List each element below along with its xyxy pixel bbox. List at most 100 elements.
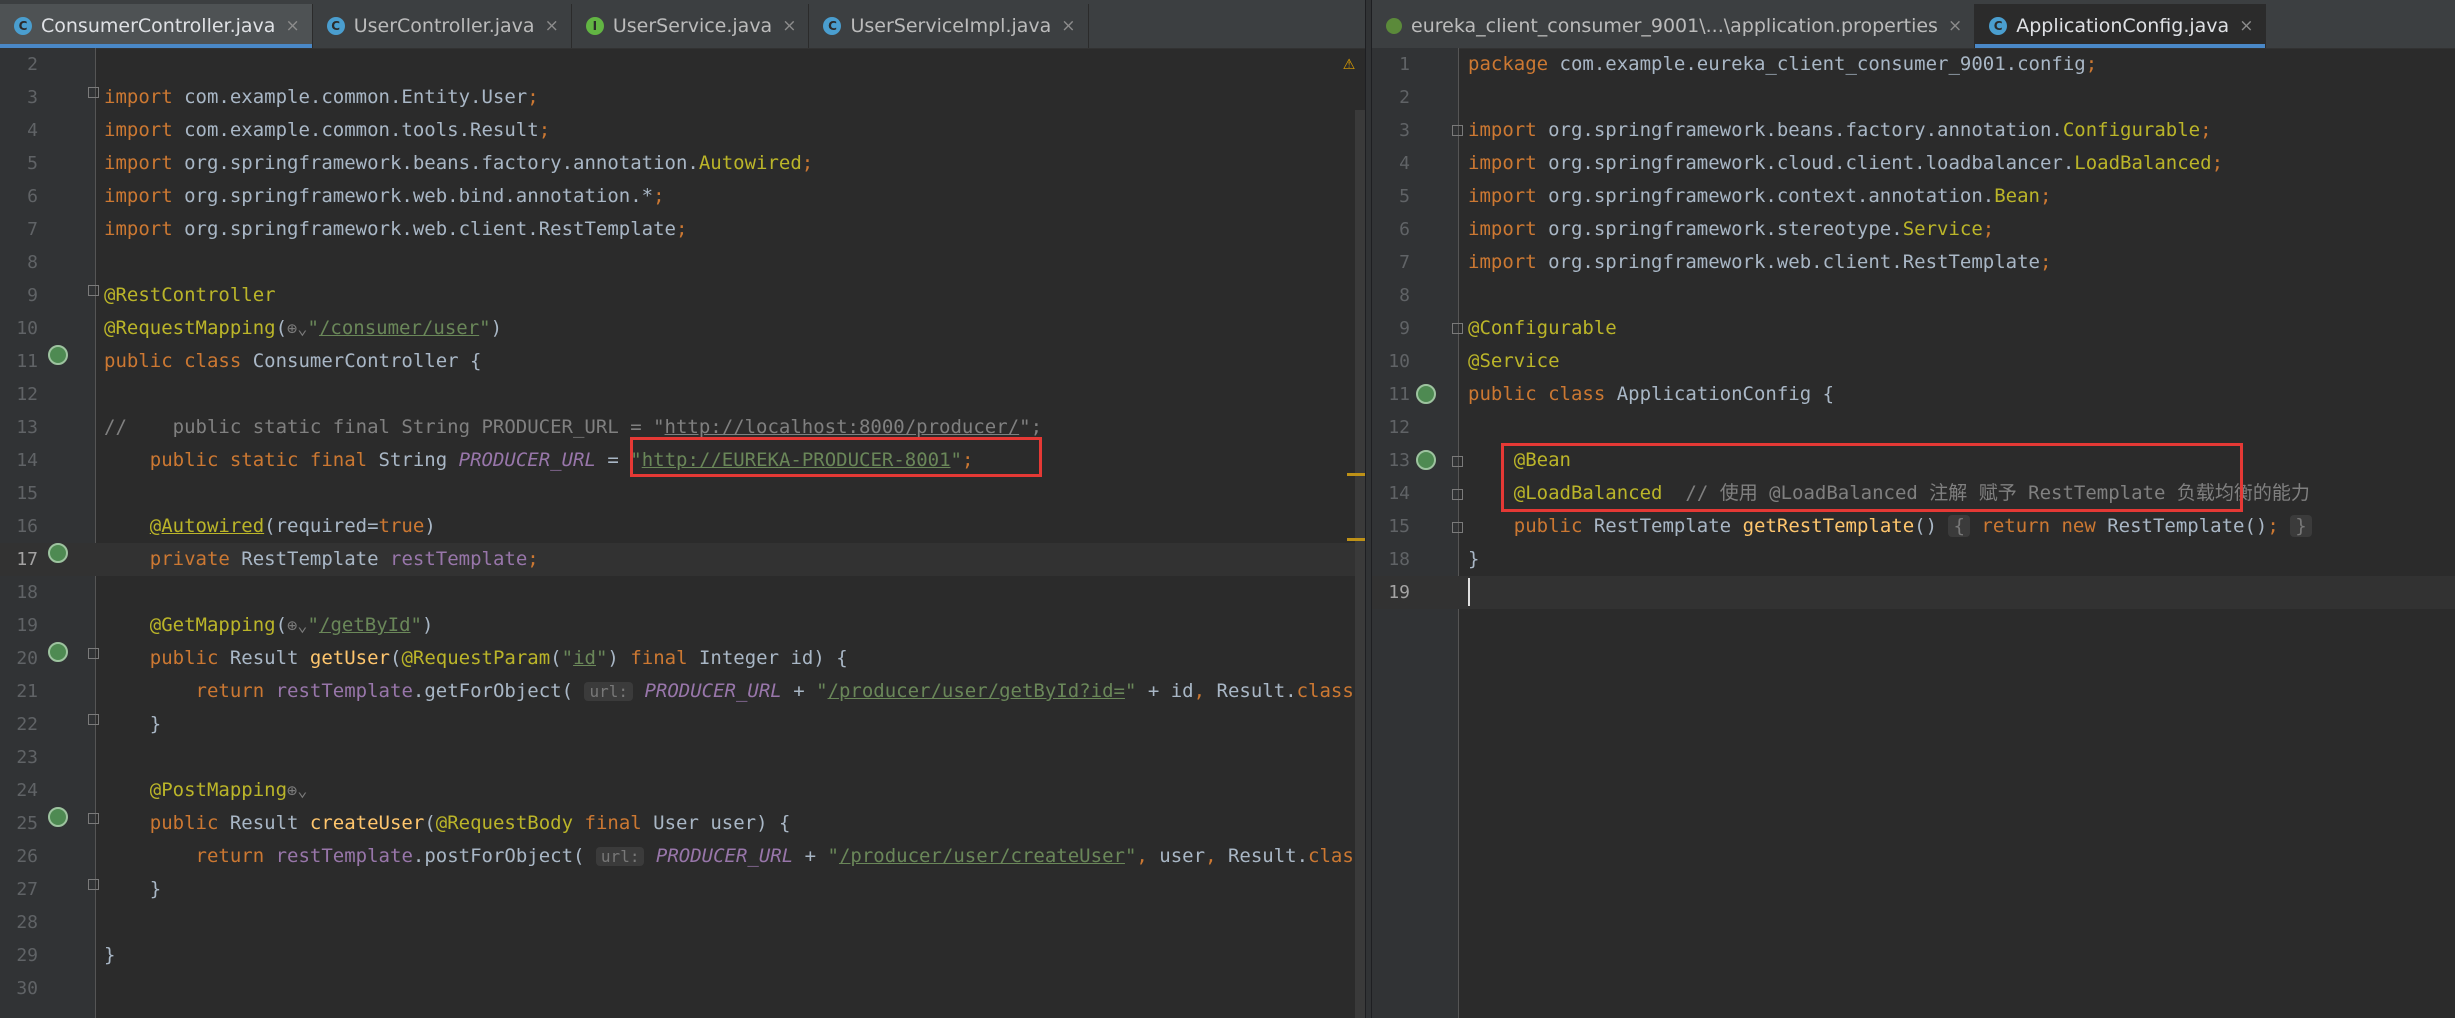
- code-line[interactable]: 23: [0, 741, 1365, 774]
- fold-icon[interactable]: [1452, 456, 1463, 467]
- editor-splitter[interactable]: [1365, 0, 1372, 1018]
- code-text: @PostMapping⊕⌄: [149, 779, 308, 801]
- spring-bean-gutter-icon[interactable]: [48, 543, 68, 563]
- code-line[interactable]: 8: [0, 246, 1365, 279]
- fold-icon[interactable]: [88, 714, 99, 725]
- close-tab-icon[interactable]: ×: [2239, 16, 2253, 36]
- error-stripe-mark[interactable]: [1347, 538, 1365, 541]
- code-text: public Result createUser(@RequestBody fi…: [149, 812, 791, 834]
- fold-icon[interactable]: [1452, 125, 1463, 136]
- close-tab-icon[interactable]: ×: [1061, 16, 1075, 36]
- code-line[interactable]: 22 }: [0, 708, 1365, 741]
- code-line[interactable]: 9 @Configurable: [1372, 312, 2455, 345]
- code-text: public Result getUser(@RequestParam("id"…: [149, 647, 848, 669]
- code-line[interactable]: 2: [1372, 81, 2455, 114]
- code-line[interactable]: 11 public class ApplicationConfig {: [1372, 378, 2455, 411]
- tab-consumercontroller-java[interactable]: C ConsumerController.java ×: [0, 4, 313, 48]
- code-line[interactable]: 21 return restTemplate.getForObject( url…: [0, 675, 1365, 708]
- error-stripe-mark[interactable]: [1347, 473, 1365, 476]
- code-line[interactable]: 1 package com.example.eureka_client_consu…: [1372, 48, 2455, 81]
- interface-icon: I: [585, 17, 604, 35]
- code-text: }: [1468, 548, 1480, 570]
- fold-icon[interactable]: [1452, 522, 1463, 533]
- code-line[interactable]: 18}: [1372, 543, 2455, 576]
- code-line[interactable]: 20 public Result getUser(@RequestParam("…: [0, 642, 1365, 675]
- fold-icon[interactable]: [1452, 489, 1463, 500]
- tab-usercontroller-java[interactable]: C UserController.java ×: [313, 4, 572, 48]
- line-number: 2: [27, 54, 38, 75]
- line-number: 7: [1399, 252, 1410, 273]
- code-text: import org.springframework.web.bind.anno…: [104, 185, 665, 207]
- close-tab-icon[interactable]: ×: [285, 16, 299, 36]
- code-line[interactable]: 7 import org.springframework.web.client.R…: [1372, 246, 2455, 279]
- tab-applicationconfig-java[interactable]: C ApplicationConfig.java ×: [1975, 4, 2267, 48]
- code-line[interactable]: 4 import org.springframework.cloud.client…: [1372, 147, 2455, 180]
- line-number: 8: [1399, 285, 1410, 306]
- code-text: import com.example.common.tools.Result;: [104, 119, 551, 141]
- code-text: return restTemplate.getForObject( url: P…: [195, 680, 1354, 702]
- code-line[interactable]: 7 import org.springframework.web.client.R…: [0, 213, 1365, 246]
- code-line[interactable]: 3 import org.springframework.beans.factor…: [1372, 114, 2455, 147]
- code-line[interactable]: 10 @RequestMapping(⊕⌄"/consumer/user"): [0, 312, 1365, 345]
- close-tab-icon[interactable]: ×: [545, 16, 559, 36]
- code-text: public class ApplicationConfig {: [1468, 383, 1835, 405]
- tab-userserviceimpl-java[interactable]: C UserServiceImpl.java ×: [809, 4, 1089, 48]
- code-line[interactable]: 11 public class ConsumerController {: [0, 345, 1365, 378]
- code-line[interactable]: 26 return restTemplate.postForObject( ur…: [0, 840, 1365, 873]
- code-line[interactable]: 10 @Service: [1372, 345, 2455, 378]
- line-number: 1: [1399, 54, 1410, 75]
- fold-icon[interactable]: [88, 285, 99, 296]
- code-text: import org.springframework.context.annot…: [1468, 185, 2052, 207]
- line-number: 28: [16, 912, 38, 933]
- code-line[interactable]: 28: [0, 906, 1365, 939]
- spring-bean-gutter-icon[interactable]: [48, 807, 68, 827]
- tab-eureka-client-consumer-9001-application-properties[interactable]: eureka_client_consumer_9001\...\applicat…: [1372, 4, 1976, 48]
- code-line[interactable]: 12: [0, 378, 1365, 411]
- code-line[interactable]: 5 import org.springframework.beans.factor…: [0, 147, 1365, 180]
- vertical-scrollbar[interactable]: [1355, 110, 1365, 1018]
- code-line[interactable]: 6 import org.springframework.stereotype.S…: [1372, 213, 2455, 246]
- right-code-area[interactable]: 1 package com.example.eureka_client_consu…: [1372, 48, 2455, 1018]
- close-tab-icon[interactable]: ×: [1948, 16, 1962, 36]
- spring-bean-gutter-icon[interactable]: [1416, 450, 1436, 470]
- line-number: 3: [27, 87, 38, 108]
- code-line[interactable]: 5 import org.springframework.context.anno…: [1372, 180, 2455, 213]
- line-number: 12: [1388, 417, 1410, 438]
- fold-icon[interactable]: [88, 813, 99, 824]
- code-line[interactable]: 3 import com.example.common.Entity.User;: [0, 81, 1365, 114]
- code-line[interactable]: 24 @PostMapping⊕⌄: [0, 774, 1365, 807]
- fold-icon[interactable]: [88, 648, 99, 659]
- code-line[interactable]: 30: [0, 972, 1365, 1005]
- code-line[interactable]: 17 private RestTemplate restTemplate;: [0, 543, 1365, 576]
- code-line[interactable]: 19: [1372, 576, 2455, 609]
- fold-icon[interactable]: [1452, 323, 1463, 334]
- spring-bean-gutter-icon[interactable]: [48, 345, 68, 365]
- code-line[interactable]: 25 public Result createUser(@RequestBody…: [0, 807, 1365, 840]
- right-editor-pane: eureka_client_consumer_9001\...\applicat…: [1372, 0, 2455, 1018]
- code-line[interactable]: 15 public RestTemplate getRestTemplate()…: [1372, 510, 2455, 543]
- code-line[interactable]: 18: [0, 576, 1365, 609]
- close-tab-icon[interactable]: ×: [782, 16, 796, 36]
- code-line[interactable]: 8: [1372, 279, 2455, 312]
- code-line[interactable]: 29}: [0, 939, 1365, 972]
- code-line[interactable]: 27 }: [0, 873, 1365, 906]
- line-number: 17: [16, 549, 38, 570]
- class-icon: C: [1989, 17, 2008, 35]
- code-line[interactable]: 16 @Autowired(required=true): [0, 510, 1365, 543]
- spring-bean-gutter-icon[interactable]: [1416, 384, 1436, 404]
- spring-bean-gutter-icon[interactable]: [48, 642, 68, 662]
- warning-icon[interactable]: ⚠: [1343, 50, 1355, 74]
- code-line[interactable]: 12: [1372, 411, 2455, 444]
- code-line[interactable]: 2: [0, 48, 1365, 81]
- highlight-box-producer-url: [630, 437, 1042, 477]
- code-line[interactable]: 4 import com.example.common.tools.Result;: [0, 114, 1365, 147]
- code-line[interactable]: 9 @RestController: [0, 279, 1365, 312]
- fold-icon[interactable]: [88, 87, 99, 98]
- line-number: 6: [27, 186, 38, 207]
- fold-icon[interactable]: [88, 879, 99, 890]
- code-line[interactable]: 19 @GetMapping(⊕⌄"/getById"): [0, 609, 1365, 642]
- left-code-area[interactable]: 2 3 import com.example.common.Entity.User;…: [0, 48, 1365, 1018]
- code-line[interactable]: 15: [0, 477, 1365, 510]
- tab-userservice-java[interactable]: I UserService.java ×: [572, 4, 810, 48]
- code-line[interactable]: 6 import org.springframework.web.bind.ann…: [0, 180, 1365, 213]
